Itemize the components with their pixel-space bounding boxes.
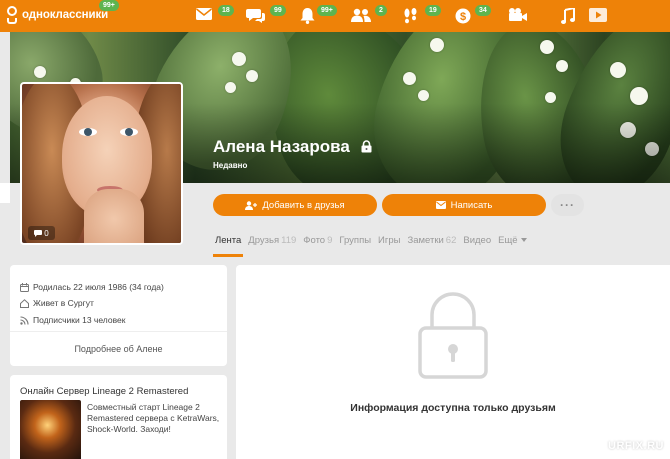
nav-videos[interactable] bbox=[589, 5, 619, 29]
notifications-count-badge: 99+ bbox=[317, 5, 337, 16]
photo-comments-button[interactable]: 0 bbox=[28, 226, 55, 240]
ad-description: Совместный старт Lineage 2 Remastered се… bbox=[87, 402, 220, 434]
nav-notifications[interactable]: 99+ bbox=[300, 5, 337, 29]
logo-notification-badge: 99+ bbox=[99, 0, 119, 11]
friends-count-badge: 2 bbox=[375, 5, 387, 16]
calendar-icon bbox=[20, 282, 29, 292]
profile-avatar[interactable]: 0 bbox=[20, 82, 183, 245]
nav-payments[interactable]: $ 34 bbox=[455, 5, 491, 29]
tab-feed[interactable]: Лента bbox=[212, 235, 244, 257]
ad-image[interactable] bbox=[20, 400, 81, 459]
more-about-link[interactable]: Подробнее об Алене bbox=[10, 344, 227, 354]
private-profile-lock-icon bbox=[361, 140, 372, 153]
tab-video[interactable]: Видео bbox=[463, 235, 491, 246]
mail-icon bbox=[196, 8, 212, 20]
write-message-label: Написать bbox=[450, 199, 493, 211]
subscribers-row[interactable]: Подписчики 13 человек bbox=[20, 315, 125, 325]
mail-icon bbox=[435, 201, 446, 209]
ok-logo-icon bbox=[5, 5, 19, 25]
subscribers-text: Подписчики 13 человек bbox=[33, 315, 126, 325]
location-row: Живет в Сургут bbox=[20, 298, 94, 308]
guests-count-badge: 19 bbox=[425, 5, 441, 16]
large-lock-icon bbox=[418, 292, 488, 379]
locked-message: Информация доступна только друзьям bbox=[350, 402, 556, 414]
comment-icon bbox=[34, 229, 43, 237]
tab-friends[interactable]: Друзья 119 bbox=[248, 235, 296, 246]
home-icon bbox=[20, 298, 29, 308]
top-navigation-bar: одноклассники 99+ 18 99 99+ 2 19 $ 34 bbox=[0, 0, 670, 32]
location-text: Живет в Сургут bbox=[33, 298, 94, 308]
payments-count-badge: 34 bbox=[475, 5, 491, 16]
ad-card[interactable]: Онлайн Сервер Lineage 2 Remastered Совме… bbox=[10, 375, 227, 459]
friends-icon bbox=[351, 8, 371, 22]
chat-icon bbox=[246, 9, 265, 23]
birthday-row: Родилась 22 июля 1986 (34 года) bbox=[20, 282, 164, 292]
birthday-text: Родилась 22 июля 1986 (34 года) bbox=[33, 282, 164, 292]
profile-last-seen: Недавно bbox=[213, 161, 248, 170]
nav-music[interactable] bbox=[561, 5, 591, 29]
more-actions-button[interactable]: ··· bbox=[551, 194, 584, 216]
tab-groups[interactable]: Группы bbox=[339, 235, 371, 246]
logo-text: одноклассники bbox=[22, 9, 109, 21]
add-friend-icon bbox=[245, 200, 258, 210]
profile-info-card: Родилась 22 июля 1986 (34 года) Живет в … bbox=[10, 265, 227, 366]
play-icon bbox=[589, 8, 607, 22]
add-friend-label: Добавить в друзья bbox=[262, 199, 345, 211]
watermark: URFIX.RU bbox=[608, 440, 664, 452]
rss-icon bbox=[20, 315, 29, 325]
photo-comments-count: 0 bbox=[44, 228, 49, 238]
tab-notes[interactable]: Заметки 62 bbox=[407, 235, 456, 246]
add-friend-button[interactable]: Добавить в друзья bbox=[213, 194, 377, 216]
svg-text:$: $ bbox=[460, 11, 466, 23]
profile-tabs: Лента Друзья 119 Фото 9 Группы Игры Заметк… bbox=[212, 235, 534, 257]
tab-photos[interactable]: Фото 9 bbox=[303, 235, 332, 246]
nav-guests[interactable]: 19 bbox=[403, 5, 441, 29]
discussions-count-badge: 99 bbox=[270, 5, 286, 16]
profile-name: Алена Назарова bbox=[213, 137, 350, 156]
nav-messages[interactable]: 18 bbox=[196, 5, 234, 29]
ad-title[interactable]: Онлайн Сервер Lineage 2 Remastered bbox=[20, 386, 188, 397]
video-camera-icon bbox=[509, 8, 527, 21]
footprints-icon bbox=[404, 8, 417, 24]
nav-video[interactable] bbox=[508, 5, 538, 29]
divider bbox=[10, 331, 227, 332]
tab-games[interactable]: Игры bbox=[378, 235, 400, 246]
payments-icon: $ bbox=[455, 8, 471, 24]
chevron-down-icon bbox=[520, 238, 527, 242]
messages-count-badge: 18 bbox=[218, 5, 234, 16]
nav-discussions[interactable]: 99 bbox=[246, 5, 286, 29]
tab-more[interactable]: Ещё bbox=[498, 235, 527, 246]
bell-icon bbox=[300, 8, 315, 24]
site-logo[interactable]: одноклассники bbox=[5, 5, 108, 25]
write-message-button[interactable]: Написать bbox=[382, 194, 546, 216]
music-note-icon bbox=[561, 8, 575, 24]
nav-friends[interactable]: 2 bbox=[351, 5, 387, 29]
